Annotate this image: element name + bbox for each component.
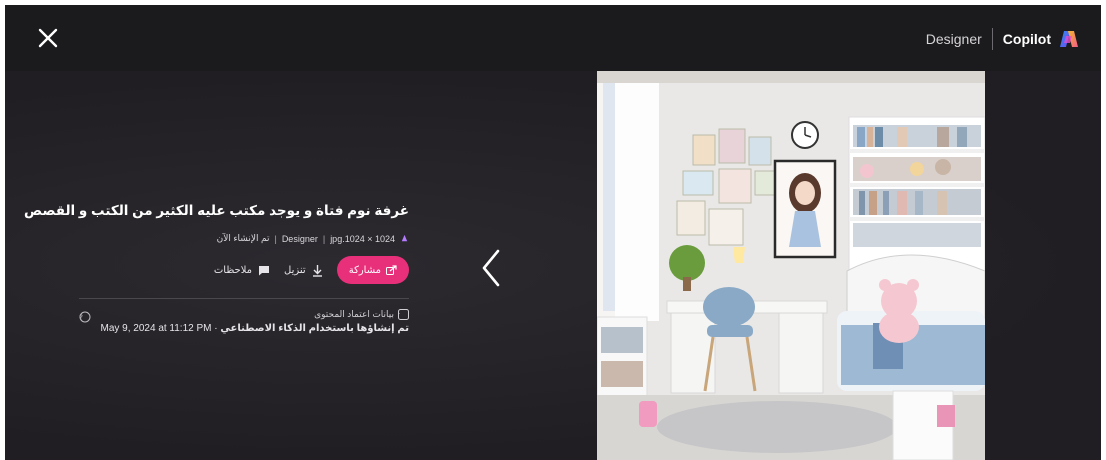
viewer-content: غرفة نوم فتاة و يوجد مكتب عليه الكثير من…: [5, 71, 1101, 460]
share-button[interactable]: مشاركة: [336, 256, 409, 284]
designer-icon: [401, 234, 408, 242]
meta-source[interactable]: Designer: [282, 234, 318, 244]
close-icon: [38, 28, 58, 48]
credentials-date: May 9, 2024 at 11:12 PM: [100, 323, 212, 334]
feedback-icon: [259, 265, 270, 275]
content-credentials-icon: cr: [398, 309, 409, 320]
image-title: غرفة نوم فتاة و يوجد مكتب عليه الكثير من…: [24, 203, 409, 218]
close-button[interactable]: [35, 25, 61, 51]
chevron-left-icon: [482, 249, 500, 287]
image-viewer: Designer Copilot غرفة نوم فتاة و يوجد مك…: [5, 5, 1101, 460]
brand-divider: [991, 28, 993, 50]
divider: [79, 298, 409, 299]
content-credentials: cr بيانات اعتماد المحتوى تم إنشاؤها باست…: [79, 309, 409, 339]
help-circle-icon[interactable]: ?: [79, 311, 91, 323]
download-icon: [312, 264, 322, 277]
image-info-panel: غرفة نوم فتاة و يوجد مكتب عليه الكثير من…: [24, 201, 409, 339]
credentials-ai-text: تم إنشاؤها باستخدام الذكاء الاصطناعي: [220, 323, 409, 334]
feedback-label: ملاحظات: [213, 264, 253, 276]
previous-image-button[interactable]: [479, 247, 503, 289]
meta-separator: |: [322, 233, 326, 244]
action-bar: مشاركة تنزيل ملاحظات: [79, 256, 409, 284]
share-label: مشاركة: [348, 264, 381, 276]
meta-created: تم الإنشاء الآن: [216, 233, 270, 243]
designer-link[interactable]: Designer: [926, 31, 992, 47]
copilot-label: Copilot: [1002, 31, 1051, 47]
credentials-heading[interactable]: بيانات اعتماد المحتوى: [314, 309, 394, 320]
download-button[interactable]: تنزيل: [284, 264, 323, 277]
meta-file: jpg.1024 × 1024: [330, 233, 395, 244]
meta-separator: |: [274, 233, 277, 244]
credentials-heading-row: cr بيانات اعتماد المحتوى: [79, 309, 409, 320]
copilot-logo: [1060, 31, 1078, 47]
svg-text:?: ?: [79, 314, 83, 322]
image-meta: jpg.1024 × 1024 | Designer | تم الإنشاء …: [79, 233, 409, 244]
brand-area: Designer Copilot: [926, 27, 1079, 51]
svg-text:cr: cr: [398, 312, 401, 319]
credentials-detail: تم إنشاؤها باستخدام الذكاء الاصطناعي · M…: [79, 323, 410, 334]
feedback-button[interactable]: ملاحظات: [214, 265, 270, 276]
share-icon: [386, 265, 397, 275]
download-label: تنزيل: [284, 264, 306, 276]
bedroom-illustration: [597, 71, 985, 460]
generated-image: [597, 71, 985, 460]
top-bar: Designer Copilot: [5, 5, 1101, 71]
